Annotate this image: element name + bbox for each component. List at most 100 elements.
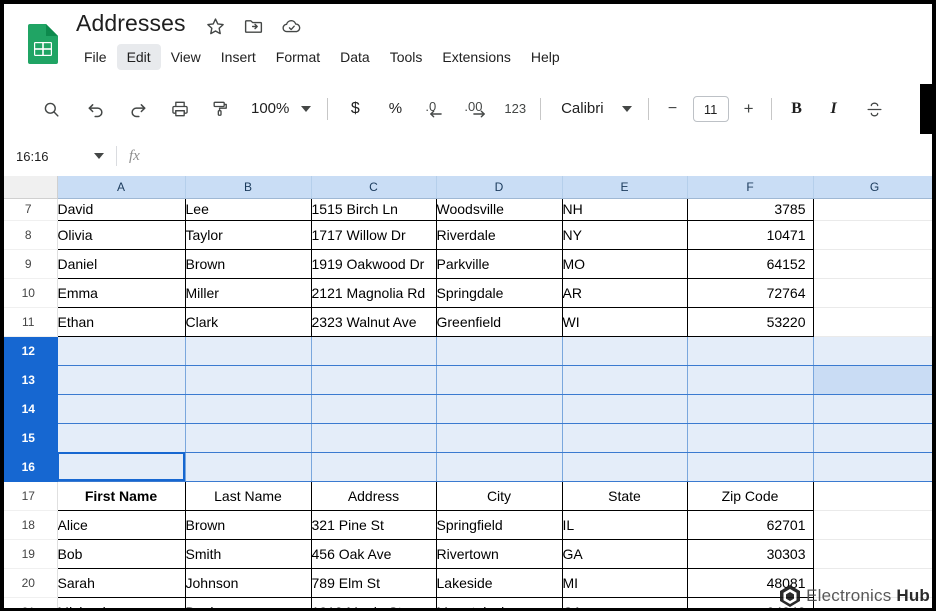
column-header-e[interactable]: E xyxy=(562,176,688,199)
cell-G20[interactable] xyxy=(813,568,936,598)
cell-G14[interactable] xyxy=(813,394,936,424)
row-header-12[interactable]: 12 xyxy=(0,336,58,366)
cell-D18[interactable]: Springfield xyxy=(436,510,563,540)
cell-A18[interactable]: Alice xyxy=(57,510,186,540)
cell-D7[interactable]: Woodsville xyxy=(436,198,563,221)
cell-G11[interactable] xyxy=(813,307,936,337)
row-header-7[interactable]: 7 xyxy=(0,198,58,221)
name-box-chevron-down-icon[interactable] xyxy=(94,153,104,159)
cell-G10[interactable] xyxy=(813,278,936,308)
cell-C9[interactable]: 1919 Oakwood Dr xyxy=(311,249,437,279)
cell-E9[interactable]: MO xyxy=(562,249,688,279)
cell-C19[interactable]: 456 Oak Ave xyxy=(311,539,437,569)
cell-A20[interactable]: Sarah xyxy=(57,568,186,598)
cell-B13[interactable] xyxy=(185,365,312,395)
cell-D13[interactable] xyxy=(436,365,563,395)
cell-G17[interactable] xyxy=(813,481,936,511)
cell-A15[interactable] xyxy=(57,423,186,453)
cell-A16[interactable] xyxy=(57,452,186,482)
formula-input[interactable] xyxy=(146,143,936,169)
increase-decimal-icon[interactable]: .00 xyxy=(462,94,494,124)
cell-D19[interactable]: Rivertown xyxy=(436,539,563,569)
cell-G9[interactable] xyxy=(813,249,936,279)
cell-E11[interactable]: WI xyxy=(562,307,688,337)
font-size-input[interactable]: 11 xyxy=(692,96,729,122)
cell-C14[interactable] xyxy=(311,394,437,424)
row-header-11[interactable]: 11 xyxy=(0,307,58,337)
document-title[interactable]: Addresses xyxy=(76,10,186,37)
menu-item-format[interactable]: Format xyxy=(266,44,330,70)
cell-A19[interactable]: Bob xyxy=(57,539,186,569)
cell-G16[interactable] xyxy=(813,452,936,482)
menu-item-file[interactable]: File xyxy=(74,44,117,70)
cell-E12[interactable] xyxy=(562,336,688,366)
bold-button[interactable]: B xyxy=(786,94,808,124)
cell-G19[interactable] xyxy=(813,539,936,569)
cell-B7[interactable]: Lee xyxy=(185,198,312,221)
strikethrough-icon[interactable] xyxy=(860,94,890,124)
menu-item-help[interactable]: Help xyxy=(521,44,570,70)
cell-F16[interactable] xyxy=(687,452,814,482)
decrease-decimal-icon[interactable]: .0 xyxy=(420,94,450,124)
menu-item-tools[interactable]: Tools xyxy=(380,44,433,70)
row-header-18[interactable]: 18 xyxy=(0,510,58,540)
cell-E17[interactable]: State xyxy=(562,481,688,511)
cell-F8[interactable]: 10471 xyxy=(687,220,814,250)
cell-G12[interactable] xyxy=(813,336,936,366)
cell-C17[interactable]: Address xyxy=(311,481,437,511)
cell-C10[interactable]: 2121 Magnolia Rd xyxy=(311,278,437,308)
currency-format-button[interactable]: $ xyxy=(344,94,366,124)
font-family-label[interactable]: Calibri xyxy=(561,94,604,124)
move-to-folder-icon[interactable] xyxy=(243,16,264,37)
column-header-g[interactable]: G xyxy=(813,176,936,199)
column-header-f[interactable]: F xyxy=(687,176,814,199)
row-header-14[interactable]: 14 xyxy=(0,394,58,424)
print-icon[interactable] xyxy=(165,94,195,124)
more-formats-button[interactable]: 123 xyxy=(504,94,526,124)
cell-E18[interactable]: IL xyxy=(562,510,688,540)
cell-A10[interactable]: Emma xyxy=(57,278,186,308)
cell-C16[interactable] xyxy=(311,452,437,482)
cell-C12[interactable] xyxy=(311,336,437,366)
increase-font-size-button[interactable]: + xyxy=(739,94,759,124)
cell-B9[interactable]: Brown xyxy=(185,249,312,279)
cell-E8[interactable]: NY xyxy=(562,220,688,250)
cell-F17[interactable]: Zip Code xyxy=(687,481,814,511)
cell-E15[interactable] xyxy=(562,423,688,453)
cell-A12[interactable] xyxy=(57,336,186,366)
column-header-b[interactable]: B xyxy=(185,176,312,199)
cell-E20[interactable]: MI xyxy=(562,568,688,598)
paint-format-icon[interactable] xyxy=(205,94,235,124)
cell-A7[interactable]: David xyxy=(57,198,186,221)
name-box[interactable]: 16:16 xyxy=(10,143,110,169)
cell-C18[interactable]: 321 Pine St xyxy=(311,510,437,540)
cell-E16[interactable] xyxy=(562,452,688,482)
cell-E7[interactable]: NH xyxy=(562,198,688,221)
cell-E10[interactable]: AR xyxy=(562,278,688,308)
cloud-saved-icon[interactable] xyxy=(281,16,302,37)
cell-G7[interactable] xyxy=(813,198,936,221)
cell-B18[interactable]: Brown xyxy=(185,510,312,540)
cell-C8[interactable]: 1717 Willow Dr xyxy=(311,220,437,250)
cell-B17[interactable]: Last Name xyxy=(185,481,312,511)
cell-D11[interactable]: Greenfield xyxy=(436,307,563,337)
percent-format-button[interactable]: % xyxy=(384,94,406,124)
italic-button[interactable]: I xyxy=(824,94,844,124)
column-header-a[interactable]: A xyxy=(57,176,186,199)
menu-item-insert[interactable]: Insert xyxy=(211,44,266,70)
spreadsheet-grid[interactable]: ABCDEFG 7 David Lee 1515 Birch Ln Woodsville… xyxy=(0,176,936,611)
cell-A17[interactable]: First Name xyxy=(57,481,186,511)
cell-F12[interactable] xyxy=(687,336,814,366)
cell-D17[interactable]: City xyxy=(436,481,563,511)
cell-C13[interactable] xyxy=(311,365,437,395)
cell-F13[interactable] xyxy=(687,365,814,395)
star-icon[interactable] xyxy=(205,16,226,37)
zoom-chevron-down-icon[interactable] xyxy=(301,106,312,112)
cell-F14[interactable] xyxy=(687,394,814,424)
cell-E19[interactable]: GA xyxy=(562,539,688,569)
decrease-font-size-button[interactable]: − xyxy=(663,94,683,124)
cell-G13[interactable] xyxy=(813,365,936,395)
cell-B10[interactable]: Miller xyxy=(185,278,312,308)
cell-D12[interactable] xyxy=(436,336,563,366)
cell-B8[interactable]: Taylor xyxy=(185,220,312,250)
